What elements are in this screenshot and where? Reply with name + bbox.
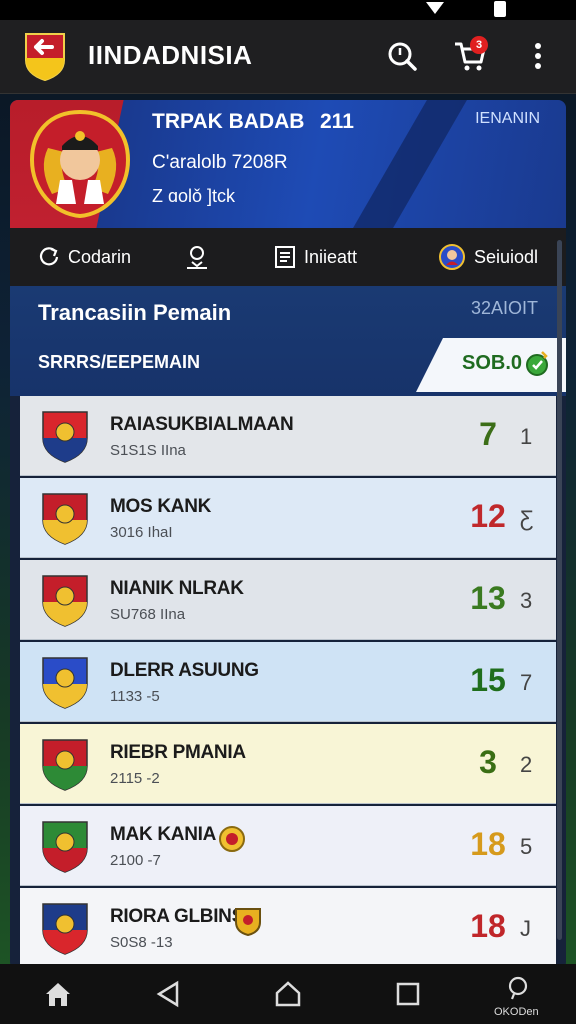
tab-label: Seiuiodl bbox=[474, 246, 539, 267]
more-options-icon[interactable] bbox=[520, 38, 556, 74]
club-crest-icon bbox=[42, 657, 88, 709]
recents-icon[interactable] bbox=[392, 978, 424, 1010]
section-title: Trancasiin Pemain bbox=[38, 300, 232, 325]
player-name: MAK KANIA bbox=[110, 824, 217, 845]
player-row[interactable]: MAK KANIA 2100 -7 18 5 bbox=[20, 806, 556, 886]
player-score: 15 bbox=[470, 662, 506, 698]
profile-header: TRPAK BADAB 211 IENANIN C'aralolb 7208R … bbox=[10, 100, 566, 228]
tab-profile[interactable] bbox=[184, 228, 210, 286]
player-name: RIEBR PMANIA bbox=[110, 742, 246, 763]
player-row[interactable]: MOS KANK 3016 IhaI 12 Ƹ bbox=[20, 478, 556, 558]
balance-pill[interactable]: SOB.0 bbox=[416, 338, 566, 392]
signal-icon bbox=[426, 2, 444, 14]
club-crest-icon bbox=[42, 575, 88, 627]
player-rank: Ƹ bbox=[520, 506, 534, 531]
tab-codarin[interactable]: Codarin bbox=[38, 228, 131, 286]
player-row[interactable]: RIEBR PMANIA 2115 -2 3 2 bbox=[20, 724, 556, 804]
player-name: DLERR ASUUNG bbox=[110, 660, 259, 681]
player-name: RAIASUKBIALMAAN bbox=[110, 414, 294, 435]
team-crest-icon bbox=[29, 109, 131, 219]
document-icon bbox=[275, 246, 295, 268]
main-panel: TRPAK BADAB 211 IENANIN C'aralolb 7208R … bbox=[10, 100, 566, 970]
player-name: RIORA GLBINS bbox=[110, 906, 244, 927]
home-circle-icon[interactable] bbox=[272, 978, 304, 1010]
player-score: 3 bbox=[479, 744, 497, 780]
player-rank: 1 bbox=[520, 424, 533, 449]
app-bar: IINDADNISIA 3 bbox=[0, 20, 576, 94]
coin-icon bbox=[526, 351, 548, 376]
player-rank: J bbox=[520, 916, 531, 941]
club-crest-icon bbox=[42, 821, 88, 873]
club-crest-icon bbox=[42, 411, 88, 463]
assistant-label: OKODen bbox=[494, 1006, 539, 1018]
tab-seiuiodl[interactable]: Seiuiodl bbox=[438, 228, 538, 286]
assistant-icon[interactable] bbox=[502, 972, 534, 1004]
balance-value: SOB.0 bbox=[462, 352, 523, 374]
player-name: NIANIK NLRAK bbox=[110, 578, 244, 599]
shield-badge-icon bbox=[235, 908, 261, 936]
status-bar bbox=[0, 0, 576, 20]
player-row[interactable]: NIANIK NLRAK SU768 IIna 13 3 bbox=[20, 560, 556, 640]
header-label: IENANIN bbox=[475, 110, 540, 127]
section-code: 32AIOIT bbox=[470, 298, 538, 318]
player-score: 13 bbox=[470, 580, 506, 616]
medal-icon bbox=[219, 826, 245, 852]
player-name: TRPAK BADAB bbox=[152, 110, 305, 133]
player-rank: 2 bbox=[520, 752, 533, 777]
club-crest-icon bbox=[42, 739, 88, 791]
player-detail-1: C'aralolb 7208R bbox=[152, 152, 288, 173]
player-rank: 3 bbox=[520, 588, 533, 613]
search-icon[interactable] bbox=[384, 38, 420, 74]
club-crest-icon bbox=[42, 903, 88, 955]
back-icon[interactable] bbox=[152, 978, 184, 1010]
player-info: 2115 -2 bbox=[110, 770, 160, 787]
scrollbar[interactable] bbox=[557, 240, 562, 940]
cart-badge: 3 bbox=[470, 36, 488, 54]
player-number: 211 bbox=[320, 110, 354, 133]
player-rank: 7 bbox=[520, 670, 533, 695]
player-rank: 5 bbox=[520, 834, 533, 859]
club-crest-icon bbox=[42, 493, 88, 545]
player-row[interactable]: RAIASUKBIALMAAN S1S1S IIna 7 1 bbox=[20, 396, 556, 476]
player-info: S0S8 -13 bbox=[110, 934, 173, 951]
tab-label: Codarin bbox=[68, 246, 132, 267]
player-score: 12 bbox=[470, 498, 506, 534]
refresh-icon bbox=[39, 247, 59, 266]
user-pin-icon bbox=[187, 246, 207, 269]
tab-iniieatt[interactable]: Iniieatt bbox=[274, 228, 357, 286]
dark-stripe bbox=[353, 100, 467, 228]
player-score: 18 bbox=[470, 826, 506, 862]
tab-label: Iniieatt bbox=[304, 246, 358, 267]
player-score: 7 bbox=[479, 416, 497, 452]
tab-bar: Codarin Iniieatt Seiuiodl bbox=[10, 228, 566, 286]
player-row[interactable]: DLERR ASUUNG 1133 -5 15 7 bbox=[20, 642, 556, 722]
section-subtitle: SRRRS/EEPEMAIN bbox=[38, 352, 201, 372]
battery-icon bbox=[494, 1, 506, 17]
player-info: 2100 -7 bbox=[110, 852, 161, 869]
navigation-bar: OKODen bbox=[0, 964, 576, 1024]
cart-icon[interactable]: 3 bbox=[452, 36, 488, 74]
home-icon[interactable] bbox=[42, 978, 74, 1010]
player-list: RAIASUKBIALMAAN S1S1S IIna 7 1 MOS KANK 3016 … bbox=[20, 396, 556, 970]
badge-icon bbox=[439, 244, 465, 270]
player-score: 18 bbox=[470, 908, 506, 944]
transfer-section: Trancasiin Pemain 32AIOIT SRRRS/EEPEMAIN… bbox=[10, 286, 566, 396]
back-shield-icon[interactable] bbox=[22, 30, 68, 82]
player-info: SU768 IIna bbox=[110, 606, 186, 623]
player-row[interactable]: RIORA GLBINS S0S8 -13 18 J bbox=[20, 888, 556, 968]
player-info: 1133 -5 bbox=[110, 688, 160, 705]
app-title: IINDADNISIA bbox=[88, 40, 253, 70]
player-info: 3016 IhaI bbox=[110, 524, 173, 541]
player-info: S1S1S IIna bbox=[110, 442, 186, 459]
player-detail-2: Z ɑolǒ ]tck bbox=[152, 186, 236, 206]
player-name: MOS KANK bbox=[110, 496, 212, 517]
